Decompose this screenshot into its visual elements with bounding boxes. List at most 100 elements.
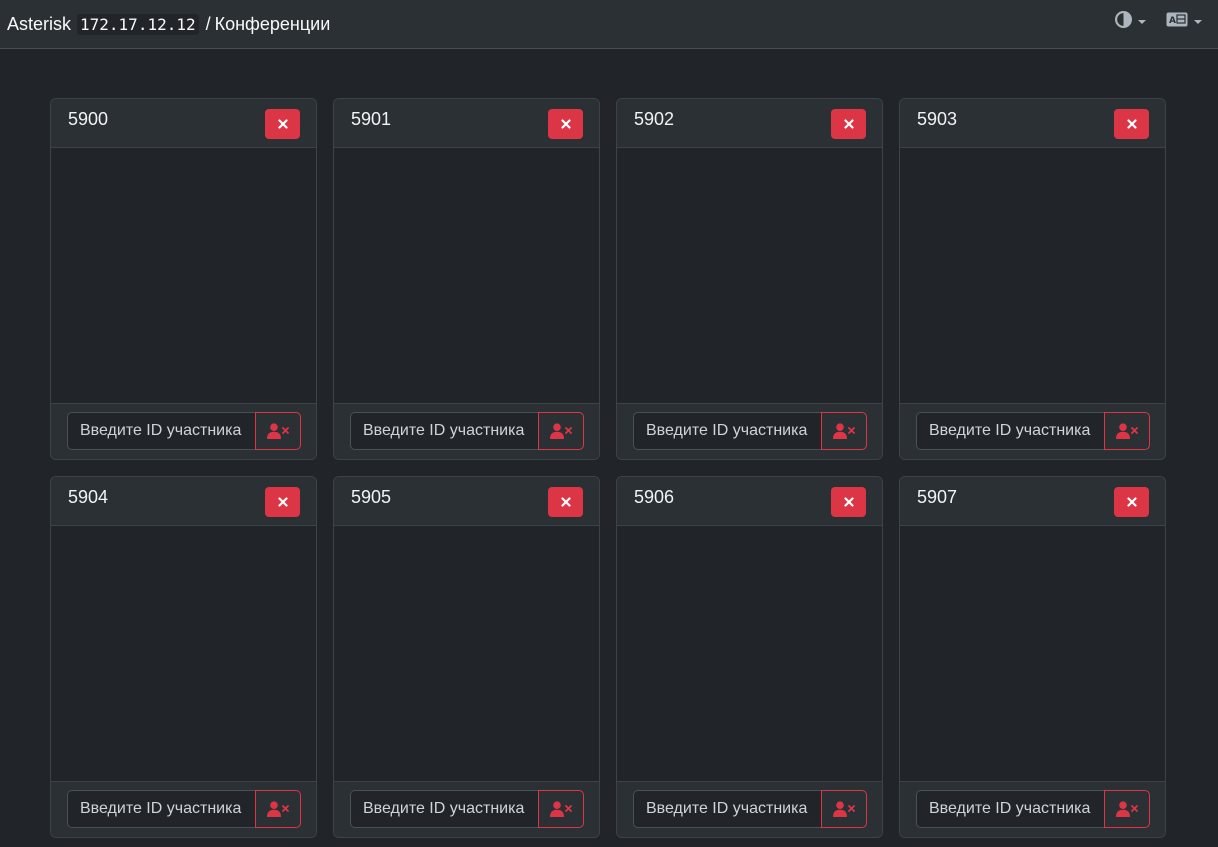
close-conference-button[interactable] [265,109,300,139]
conference-header: 5907 [900,477,1165,526]
participants-list [617,526,882,781]
close-conference-button[interactable] [831,109,866,139]
participant-id-input[interactable] [67,790,255,828]
conference-grid: 5900 5901 [50,98,1166,838]
participants-list [51,526,316,781]
conference-number: 5904 [68,487,109,507]
participants-list [51,148,316,403]
conference-number: 5900 [68,109,109,129]
user-remove-icon [267,801,289,817]
conference-card: 5906 [616,476,883,838]
conference-number: 5907 [917,487,958,507]
user-remove-icon [550,423,572,439]
kick-participant-group [67,412,301,450]
conference-card: 5902 [616,98,883,460]
participants-list [900,526,1165,781]
close-icon [277,497,288,507]
conference-number: 5905 [351,487,392,507]
conference-header: 5904 [51,477,316,526]
kick-participant-button[interactable] [255,412,301,450]
conference-footer [334,781,599,837]
svg-text:A: A [1169,16,1176,26]
conference-footer [334,403,599,459]
close-icon [560,119,571,129]
conference-card: 5903 [899,98,1166,460]
user-remove-icon [267,423,289,439]
conference-number: 5901 [351,109,392,129]
participants-list [617,148,882,403]
conference-footer [51,781,316,837]
kick-participant-button[interactable] [538,412,584,450]
chevron-down-icon [1194,20,1202,24]
conference-card: 5907 [899,476,1166,838]
breadcrumb: Asterisk 172.17.12.12 / Конференции [7,13,331,35]
close-conference-button[interactable] [1114,109,1149,139]
translate-icon: A [1166,11,1188,33]
close-icon [843,119,854,129]
conference-number: 5906 [634,487,675,507]
kick-participant-group [916,790,1150,828]
user-remove-icon [1116,423,1138,439]
page-title: Конференции [214,13,331,34]
participant-id-input[interactable] [350,412,538,450]
user-remove-icon [833,801,855,817]
conference-header: 5903 [900,99,1165,148]
app-name: Asterisk [7,13,72,34]
close-icon [1126,119,1137,129]
participant-id-input[interactable] [916,790,1104,828]
conference-footer [900,781,1165,837]
kick-participant-button[interactable] [255,790,301,828]
kick-participant-group [350,412,584,450]
conference-header: 5902 [617,99,882,148]
kick-participant-group [350,790,584,828]
close-conference-button[interactable] [831,487,866,517]
conference-footer [617,781,882,837]
language-dropdown[interactable]: A [1166,11,1202,33]
user-remove-icon [833,423,855,439]
participants-list [334,526,599,781]
kick-participant-button[interactable] [1104,412,1150,450]
participants-list [900,148,1165,403]
top-navbar: Asterisk 172.17.12.12 / Конференции A [0,0,1218,49]
conference-footer [617,403,882,459]
participant-id-input[interactable] [916,412,1104,450]
kick-participant-group [633,412,867,450]
close-icon [843,497,854,507]
kick-participant-group [67,790,301,828]
conference-footer [900,403,1165,459]
close-icon [560,497,571,507]
kick-participant-group [916,412,1150,450]
conference-card: 5900 [50,98,317,460]
conference-number: 5903 [917,109,958,129]
host-address: 172.17.12.12 [77,13,199,35]
conference-card: 5905 [333,476,600,838]
close-conference-button[interactable] [548,109,583,139]
conference-header: 5900 [51,99,316,148]
contrast-icon [1115,11,1132,33]
conference-header: 5905 [334,477,599,526]
kick-participant-button[interactable] [1104,790,1150,828]
participant-id-input[interactable] [67,412,255,450]
close-conference-button[interactable] [265,487,300,517]
chevron-down-icon [1138,20,1146,24]
kick-participant-group [633,790,867,828]
participants-list [334,148,599,403]
kick-participant-button[interactable] [821,412,867,450]
user-remove-icon [550,801,572,817]
kick-participant-button[interactable] [821,790,867,828]
conference-header: 5901 [334,99,599,148]
conference-number: 5902 [634,109,675,129]
conference-card: 5904 [50,476,317,838]
close-icon [277,119,288,129]
close-conference-button[interactable] [548,487,583,517]
participant-id-input[interactable] [633,412,821,450]
kick-participant-button[interactable] [538,790,584,828]
close-icon [1126,497,1137,507]
participant-id-input[interactable] [633,790,821,828]
theme-dropdown[interactable] [1115,11,1146,33]
conference-header: 5906 [617,477,882,526]
participant-id-input[interactable] [350,790,538,828]
user-remove-icon [1116,801,1138,817]
conference-card: 5901 [333,98,600,460]
close-conference-button[interactable] [1114,487,1149,517]
